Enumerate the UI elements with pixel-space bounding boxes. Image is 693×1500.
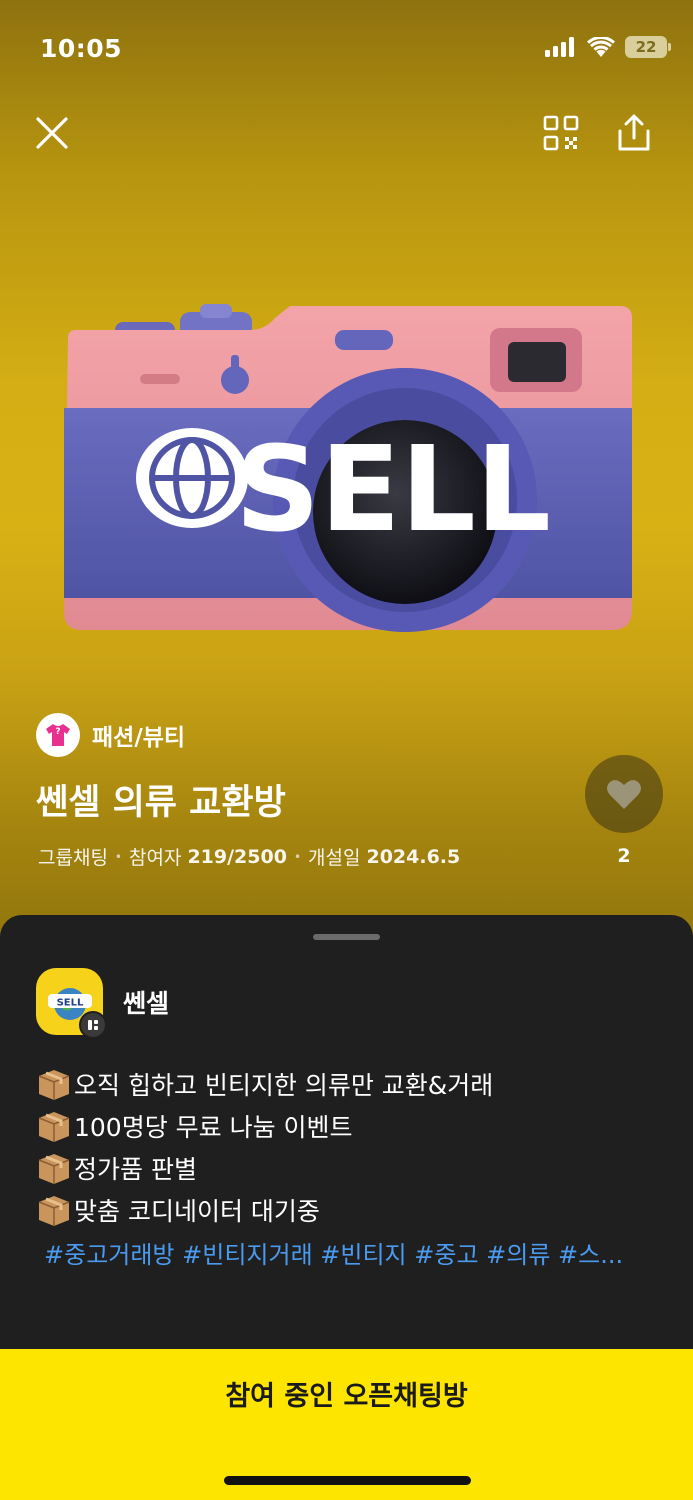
home-indicator: [224, 1476, 471, 1485]
description-line: 오직 힙하고 빈티지한 의류만 교환&거래: [36, 1063, 666, 1105]
host-badge: [79, 1011, 107, 1039]
room-info-sheet: SELL 쎈셀 오직 힙하고 빈티지한 의류만 교환&거래 100명당 무료 나…: [0, 915, 693, 1355]
status-icons: 22: [545, 36, 671, 58]
svg-text:?: ?: [55, 727, 60, 737]
like-button[interactable]: [585, 755, 663, 833]
room-title: 쎈셀 의류 교환방: [36, 783, 286, 823]
room-meta: 그룹채팅 • 참여자 219/2500 • 개설일 2024.6.5: [38, 843, 460, 870]
participants-count: 219/2500: [187, 845, 287, 868]
camera-illustration: SELL: [64, 304, 632, 632]
participants-label: 참여자: [129, 847, 182, 869]
room-type: 그룹채팅: [38, 847, 108, 869]
opened-label: 개설일: [308, 847, 361, 869]
category-label: 패션/뷰티: [92, 725, 186, 751]
host-name: 쎈셀: [123, 988, 170, 1018]
join-chatroom-button[interactable]: 참여 중인 오픈채팅방: [0, 1349, 693, 1500]
hashtags[interactable]: #중고거래방 #빈티지거래 #빈티지 #중고 #의류 #스...: [36, 1231, 666, 1273]
close-button[interactable]: [29, 110, 75, 156]
battery-level: 22: [635, 38, 657, 56]
cover-logo-text: SELL: [235, 420, 551, 558]
host-profile[interactable]: SELL 쎈셀: [36, 968, 170, 1039]
wifi-icon: [587, 37, 615, 57]
opened-date: 2024.6.5: [366, 845, 461, 868]
host-crown-icon: [88, 1020, 98, 1030]
qr-code-icon: [543, 115, 579, 151]
package-icon: [38, 1154, 70, 1184]
join-button-label: 참여 중인 오픈채팅방: [225, 1381, 468, 1412]
description-text: 맞춤 코디네이터 대기중: [74, 1197, 320, 1226]
cover-image: 10:05 22 SELL ? 패션/뷰티 쎈셀 의류 교환방 그룹채팅 • 참…: [0, 0, 693, 960]
host-logo-text: SELL: [56, 997, 83, 1008]
close-icon: [36, 117, 68, 149]
package-icon: [38, 1112, 70, 1142]
shirt-icon: ?: [46, 724, 70, 746]
description-text: 정가품 판별: [74, 1155, 197, 1184]
heart-icon: [607, 780, 641, 809]
sheet-handle[interactable]: [313, 934, 380, 940]
description-line: 정가품 판별: [36, 1147, 666, 1189]
description-line: 맞춤 코디네이터 대기중: [36, 1189, 666, 1231]
description-text: 오직 힙하고 빈티지한 의류만 교환&거래: [74, 1071, 494, 1100]
host-avatar: SELL: [36, 968, 107, 1039]
package-icon: [38, 1070, 70, 1100]
share-button[interactable]: [611, 110, 657, 156]
package-icon: [38, 1196, 70, 1226]
battery-indicator: 22: [625, 36, 671, 58]
description-line: 100명당 무료 나눔 이벤트: [36, 1105, 666, 1147]
room-description: 오직 힙하고 빈티지한 의류만 교환&거래 100명당 무료 나눔 이벤트 정가…: [36, 1063, 666, 1273]
like-count: 2: [617, 845, 631, 867]
qr-code-button[interactable]: [538, 110, 584, 156]
share-icon: [618, 114, 650, 151]
category-badge: ?: [36, 713, 80, 757]
category-chip: ? 패션/뷰티: [36, 713, 185, 757]
status-time: 10:05: [40, 34, 123, 63]
signal-icon: [545, 37, 574, 57]
description-text: 100명당 무료 나눔 이벤트: [74, 1113, 353, 1142]
